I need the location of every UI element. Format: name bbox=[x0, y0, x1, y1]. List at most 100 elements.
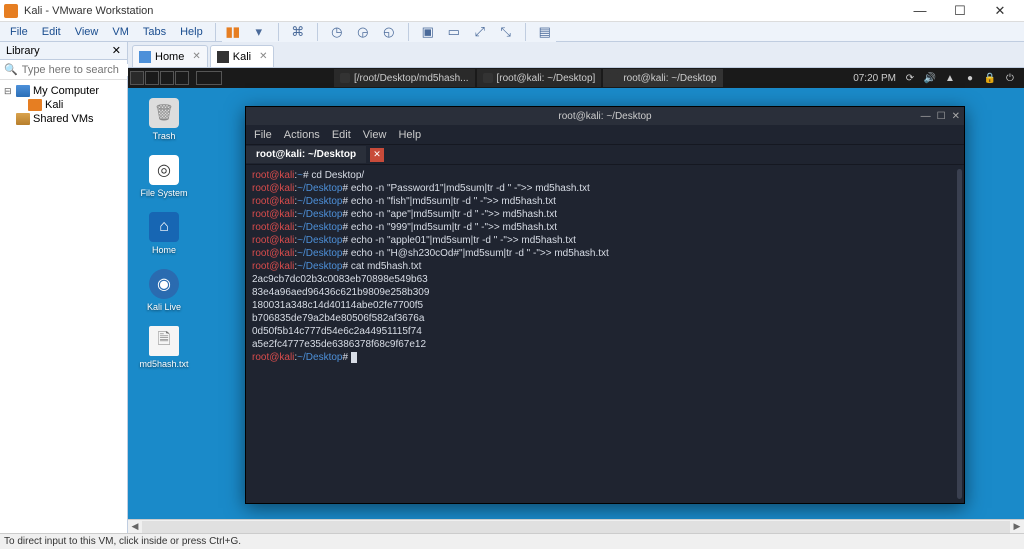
taskbar-item[interactable]: [/root/Desktop/md5hash... bbox=[334, 69, 475, 87]
taskbar-item-active[interactable]: root@kali: ~/Desktop bbox=[603, 69, 722, 87]
menu-file[interactable]: File bbox=[4, 24, 34, 40]
icon-label: File System bbox=[140, 188, 187, 198]
vm-area: Home ✕ Kali ✕ bbox=[128, 42, 1024, 533]
lock-icon[interactable]: 🔒 bbox=[984, 72, 996, 84]
terminal-scrollbar[interactable] bbox=[957, 169, 962, 499]
terminal-minimize-icon[interactable]: — bbox=[921, 111, 931, 122]
tree-item-sharedvms[interactable]: Shared VMs bbox=[0, 112, 127, 126]
task-label: [root@kali: ~/Desktop] bbox=[497, 73, 596, 84]
menu-help[interactable]: Help bbox=[174, 24, 209, 40]
term-menu-view[interactable]: View bbox=[363, 129, 387, 141]
workspace-3[interactable] bbox=[160, 71, 174, 85]
terminal-titlebar[interactable]: root@kali: ~/Desktop — ☐ ✕ bbox=[246, 107, 964, 125]
term-menu-file[interactable]: File bbox=[254, 129, 272, 141]
icon-label: Kali Live bbox=[147, 302, 181, 312]
notification-icon[interactable]: ▲ bbox=[944, 72, 956, 84]
minimize-button[interactable]: — bbox=[900, 1, 940, 21]
scroll-left-icon[interactable]: ◀ bbox=[128, 521, 142, 532]
snapshot-manage-icon[interactable]: ◶ bbox=[352, 21, 374, 43]
workspace-4[interactable] bbox=[175, 71, 189, 85]
tree-label: Shared VMs bbox=[33, 113, 94, 125]
menu-view[interactable]: View bbox=[69, 24, 105, 40]
tree-item-kali[interactable]: Kali bbox=[0, 98, 127, 112]
terminal-title: root@kali: ~/Desktop bbox=[558, 111, 651, 122]
term-menu-edit[interactable]: Edit bbox=[332, 129, 351, 141]
desktop-icon-home[interactable]: ⌂Home bbox=[134, 212, 194, 255]
icon-label: md5hash.txt bbox=[139, 359, 188, 369]
unity-icon[interactable]: ▭ bbox=[443, 21, 465, 43]
desktop-icon-trash[interactable]: 🗑Trash bbox=[134, 98, 194, 141]
tab-close-icon[interactable]: ✕ bbox=[259, 51, 267, 62]
maximize-button[interactable]: ☐ bbox=[940, 1, 980, 21]
window-titlebar: Kali - VMware Workstation — ☐ ✕ bbox=[0, 0, 1024, 22]
workspace-switcher[interactable] bbox=[130, 71, 189, 85]
show-desktop-icon[interactable] bbox=[196, 71, 222, 85]
term-menu-help[interactable]: Help bbox=[398, 129, 421, 141]
desktop-icons: 🗑Trash ◎File System ⌂Home ◉Kali Live 🗎 md… bbox=[134, 98, 194, 369]
power-icon[interactable]: ⏻ bbox=[1004, 72, 1016, 84]
separator bbox=[525, 23, 526, 41]
textfile-icon: 🗎 bbox=[149, 326, 179, 356]
clock[interactable]: 07:20 PM bbox=[853, 73, 896, 84]
close-button[interactable]: ✕ bbox=[980, 1, 1020, 21]
library-search[interactable]: 🔍 ▾ bbox=[0, 60, 127, 80]
tab-close-icon[interactable]: ✕ bbox=[192, 51, 200, 62]
folder-icon bbox=[340, 73, 350, 83]
terminal-window[interactable]: root@kali: ~/Desktop — ☐ ✕ File Actions … bbox=[245, 106, 965, 504]
separator bbox=[278, 23, 279, 41]
menu-edit[interactable]: Edit bbox=[36, 24, 67, 40]
scroll-track[interactable] bbox=[142, 521, 1010, 533]
library-sidebar: Library ✕ 🔍 ▾ ⊟ My Computer Kali Shared … bbox=[0, 42, 128, 533]
tree-item-mycomputer[interactable]: ⊟ My Computer bbox=[0, 84, 127, 98]
term-menu-actions[interactable]: Actions bbox=[284, 129, 320, 141]
desktop-icon-filesystem[interactable]: ◎File System bbox=[134, 155, 194, 198]
scroll-right-icon[interactable]: ▶ bbox=[1010, 521, 1024, 532]
kali-top-panel: [/root/Desktop/md5hash... [root@kali: ~/… bbox=[128, 68, 1024, 88]
tree-label: Kali bbox=[45, 99, 63, 111]
menu-vm[interactable]: VM bbox=[106, 24, 135, 40]
workspace-1[interactable] bbox=[130, 71, 144, 85]
tab-kali[interactable]: Kali ✕ bbox=[210, 45, 275, 67]
tree-label: My Computer bbox=[33, 85, 99, 97]
terminal-menubar: File Actions Edit View Help bbox=[246, 125, 964, 145]
terminal-body[interactable]: root@kali:~# cd Desktop/root@kali:~/Desk… bbox=[246, 165, 964, 503]
pause-icon[interactable]: ▮▮ bbox=[222, 21, 244, 43]
leaf-icon bbox=[4, 114, 13, 124]
taskbar-item[interactable]: [root@kali: ~/Desktop] bbox=[477, 69, 602, 87]
terminal-tabbar: root@kali: ~/Desktop ✕ bbox=[246, 145, 964, 165]
send-cad-icon[interactable]: ⌘ bbox=[287, 21, 309, 43]
volume-icon[interactable]: 🔊 bbox=[924, 72, 936, 84]
tab-label: Home bbox=[155, 51, 184, 63]
home-icon bbox=[139, 51, 151, 63]
kali-desktop[interactable]: [/root/Desktop/md5hash... [root@kali: ~/… bbox=[128, 68, 1024, 519]
terminal-tab[interactable]: root@kali: ~/Desktop bbox=[246, 146, 366, 163]
network-icon[interactable]: ● bbox=[964, 72, 976, 84]
dropdown-icon[interactable]: ▾ bbox=[248, 21, 270, 43]
terminal-icon bbox=[483, 73, 493, 83]
kali-icon bbox=[217, 51, 229, 63]
desktop-icon-kalilive[interactable]: ◉Kali Live bbox=[134, 269, 194, 312]
library-header: Library ✕ bbox=[0, 42, 127, 60]
home-folder-icon: ⌂ bbox=[149, 212, 179, 242]
show-console-icon[interactable]: ▤ bbox=[534, 21, 556, 43]
workspace-2[interactable] bbox=[145, 71, 159, 85]
terminal-icon bbox=[609, 73, 619, 83]
tab-home[interactable]: Home ✕ bbox=[132, 45, 208, 67]
fullscreen-icon[interactable]: ▣ bbox=[417, 21, 439, 43]
snapshot-icon[interactable]: ◷ bbox=[326, 21, 348, 43]
terminal-close-icon[interactable]: ✕ bbox=[952, 111, 960, 122]
snapshot-revert-icon[interactable]: ◵ bbox=[378, 21, 400, 43]
fit-guest-icon[interactable]: ⤢ bbox=[469, 21, 491, 43]
refresh-icon[interactable]: ⟳ bbox=[904, 72, 916, 84]
vm-tabs: Home ✕ Kali ✕ bbox=[128, 42, 1024, 68]
vm-horizontal-scrollbar[interactable]: ◀ ▶ bbox=[128, 519, 1024, 533]
library-close-icon[interactable]: ✕ bbox=[112, 44, 121, 57]
desktop-icon-md5hash[interactable]: 🗎 md5hash.txt bbox=[134, 326, 194, 369]
collapse-icon[interactable]: ⊟ bbox=[4, 86, 13, 97]
menu-tabs[interactable]: Tabs bbox=[137, 24, 172, 40]
vm-viewport[interactable]: [/root/Desktop/md5hash... [root@kali: ~/… bbox=[128, 68, 1024, 533]
task-label: root@kali: ~/Desktop bbox=[623, 73, 716, 84]
terminal-tab-close-icon[interactable]: ✕ bbox=[370, 148, 384, 162]
fit-window-icon[interactable]: ⤡ bbox=[495, 21, 517, 43]
terminal-maximize-icon[interactable]: ☐ bbox=[937, 111, 946, 122]
